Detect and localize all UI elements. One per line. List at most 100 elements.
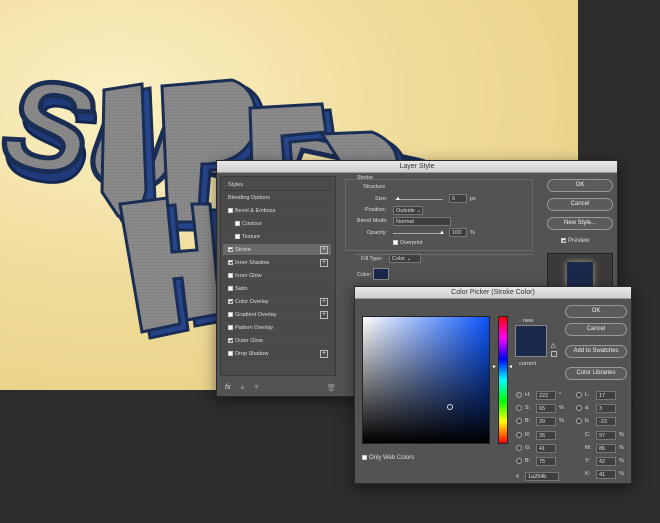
move-up-icon[interactable]: ▲ bbox=[239, 384, 246, 391]
style-item-color-overlay[interactable]: Color Overlay + bbox=[223, 296, 331, 308]
preview-checkbox[interactable]: Preview bbox=[561, 238, 589, 244]
style-checkbox[interactable] bbox=[228, 260, 233, 265]
picker-ok-button[interactable]: OK bbox=[565, 305, 627, 318]
lab-input-0[interactable]: 17 bbox=[596, 391, 616, 400]
lab-input-2[interactable]: -23 bbox=[596, 417, 616, 426]
style-item-label: Outer Glow bbox=[235, 338, 263, 344]
styles-header[interactable]: Styles bbox=[223, 179, 331, 191]
style-item-inner-shadow[interactable]: Inner Shadow + bbox=[223, 257, 331, 269]
style-item-stroke[interactable]: Stroke + bbox=[223, 244, 331, 256]
hsb-radio-2[interactable] bbox=[516, 418, 522, 424]
style-checkbox[interactable] bbox=[228, 286, 233, 291]
add-effect-icon[interactable]: + bbox=[320, 350, 328, 358]
cancel-button[interactable]: Cancel bbox=[547, 198, 613, 211]
cmyk-label-1: M: bbox=[585, 445, 592, 451]
fill-type-select[interactable]: Color ⌄ bbox=[389, 254, 421, 263]
style-checkbox[interactable] bbox=[228, 208, 233, 213]
add-to-swatches-button[interactable]: Add to Swatches bbox=[565, 345, 627, 358]
rgb-input-1[interactable]: 41 bbox=[536, 444, 556, 453]
move-down-icon[interactable]: ▼ bbox=[253, 384, 260, 391]
style-item-label: Bevel & Emboss bbox=[235, 208, 276, 214]
lab-label-1: a: bbox=[585, 405, 590, 411]
rgb-input-0[interactable]: 26 bbox=[536, 431, 556, 440]
hsb-radio-0[interactable] bbox=[516, 392, 522, 398]
hsb-input-2[interactable]: 29 bbox=[536, 417, 556, 426]
add-effect-icon[interactable]: + bbox=[320, 246, 328, 254]
size-slider-thumb[interactable]: ▲ bbox=[395, 196, 401, 202]
style-checkbox[interactable] bbox=[228, 312, 233, 317]
hue-slider[interactable] bbox=[498, 316, 508, 444]
style-checkbox[interactable] bbox=[228, 325, 233, 330]
opacity-slider-thumb[interactable]: ▲ bbox=[439, 230, 445, 236]
blend-mode-select[interactable]: Normal bbox=[393, 217, 451, 226]
position-select[interactable]: Outside ⌄ bbox=[393, 206, 423, 215]
fx-icon[interactable]: fx bbox=[225, 384, 230, 391]
add-effect-icon[interactable]: + bbox=[320, 259, 328, 267]
style-item-blending-options[interactable]: Blending Options bbox=[223, 192, 331, 204]
color-libraries-button[interactable]: Color Libraries bbox=[565, 367, 627, 380]
rgb-label-0: R: bbox=[525, 432, 531, 438]
hue-slider-left-arrow[interactable]: ▸ bbox=[493, 363, 496, 370]
style-item-texture[interactable]: Texture bbox=[223, 231, 331, 243]
stroke-color-swatch[interactable] bbox=[373, 268, 389, 280]
style-item-drop-shadow[interactable]: Drop Shadow + bbox=[223, 348, 331, 360]
color-field[interactable] bbox=[362, 316, 490, 444]
opacity-slider[interactable] bbox=[393, 233, 443, 234]
style-item-contour[interactable]: Contour bbox=[223, 218, 331, 230]
web-safe-icon[interactable] bbox=[551, 351, 557, 357]
style-checkbox[interactable] bbox=[228, 273, 233, 278]
style-checkbox[interactable] bbox=[228, 351, 233, 356]
cmyk-input-0[interactable]: 97 bbox=[596, 431, 616, 440]
color-picker-dialog: Color Picker (Stroke Color) ▸ ◂ Only Web… bbox=[354, 286, 632, 484]
rgb-radio-1[interactable] bbox=[516, 445, 522, 451]
hsb-input-0[interactable]: 222 bbox=[536, 391, 556, 400]
size-unit: px bbox=[470, 196, 476, 202]
style-item-gradient-overlay[interactable]: Gradient Overlay + bbox=[223, 309, 331, 321]
add-effect-icon[interactable]: + bbox=[320, 311, 328, 319]
rgb-radio-0[interactable] bbox=[516, 432, 522, 438]
style-item-bevel-emboss[interactable]: Bevel & Emboss bbox=[223, 205, 331, 217]
style-checkbox[interactable] bbox=[235, 234, 240, 239]
rgb-radio-2[interactable] bbox=[516, 458, 522, 464]
opacity-input[interactable]: 100 bbox=[449, 228, 467, 237]
only-web-colors-checkbox[interactable]: Only Web Colors bbox=[362, 455, 414, 461]
style-item-inner-glow[interactable]: Inner Glow bbox=[223, 270, 331, 282]
cmyk-input-1[interactable]: 86 bbox=[596, 444, 616, 453]
lab-radio-1[interactable] bbox=[576, 405, 582, 411]
hsb-unit-2: % bbox=[559, 418, 564, 424]
color-label: Color: bbox=[357, 272, 372, 278]
style-item-label: Color Overlay bbox=[235, 299, 269, 305]
add-effect-icon[interactable]: + bbox=[320, 298, 328, 306]
style-item-satin[interactable]: Satin bbox=[223, 283, 331, 295]
style-checkbox[interactable] bbox=[228, 299, 233, 304]
style-checkbox[interactable] bbox=[228, 338, 233, 343]
rgb-input-2[interactable]: 75 bbox=[536, 457, 556, 466]
style-item-pattern-overlay[interactable]: Pattern Overlay bbox=[223, 322, 331, 334]
hex-input[interactable]: 1a294b bbox=[525, 472, 559, 481]
style-checkbox[interactable] bbox=[228, 247, 233, 252]
hsb-input-1[interactable]: 65 bbox=[536, 404, 556, 413]
size-input[interactable]: 6 bbox=[449, 194, 467, 203]
style-item-label: Pattern Overlay bbox=[235, 325, 274, 331]
overprint-checkbox[interactable]: Overprint bbox=[393, 240, 423, 246]
hue-slider-right-arrow[interactable]: ◂ bbox=[509, 363, 512, 370]
hsb-radio-1[interactable] bbox=[516, 405, 522, 411]
hsb-label-2: B: bbox=[525, 418, 531, 424]
lab-radio-2[interactable] bbox=[576, 418, 582, 424]
lab-input-1[interactable]: 3 bbox=[596, 404, 616, 413]
new-style-button[interactable]: New Style... bbox=[547, 217, 613, 230]
ok-button[interactable]: OK bbox=[547, 179, 613, 192]
cmyk-input-2[interactable]: 42 bbox=[596, 457, 616, 466]
out-of-gamut-icon[interactable]: ⚠ bbox=[550, 342, 556, 350]
cmyk-input-3[interactable]: 41 bbox=[596, 470, 616, 479]
trash-icon[interactable]: 🗑 bbox=[327, 384, 336, 392]
picker-cancel-button[interactable]: Cancel bbox=[565, 323, 627, 336]
color-field-cursor[interactable] bbox=[447, 404, 453, 410]
style-item-outer-glow[interactable]: Outer Glow bbox=[223, 335, 331, 347]
color-picker-title: Color Picker (Stroke Color) bbox=[355, 287, 631, 299]
size-slider[interactable] bbox=[395, 199, 443, 200]
style-checkbox[interactable] bbox=[235, 221, 240, 226]
lab-radio-0[interactable] bbox=[576, 392, 582, 398]
hex-label: # bbox=[516, 474, 520, 480]
hsb-unit-0: ° bbox=[559, 392, 562, 398]
